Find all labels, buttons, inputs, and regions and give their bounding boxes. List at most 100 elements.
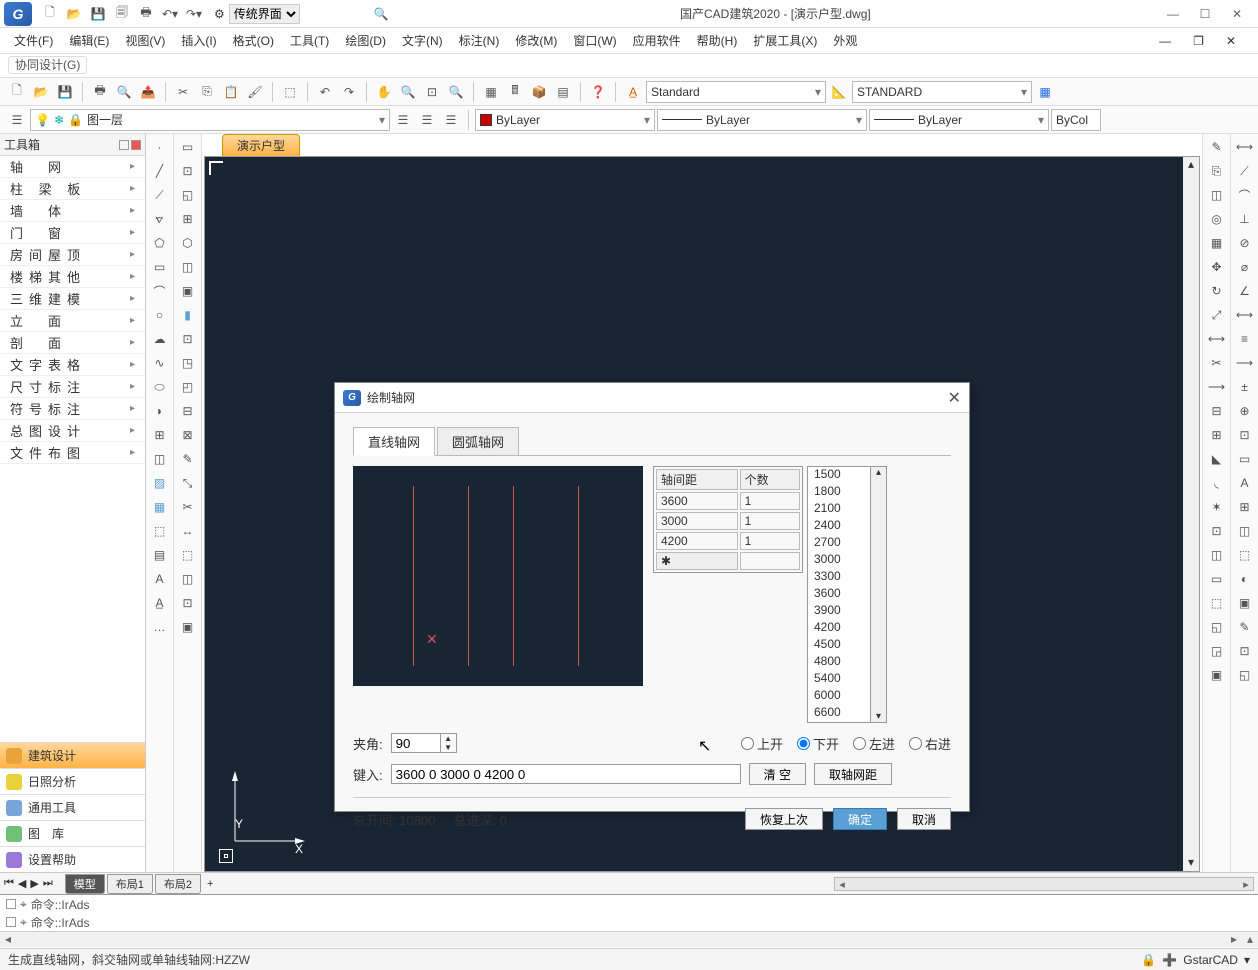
distance-table[interactable]: 轴间距个数 36001 30001 42001 ✱ <box>653 466 803 573</box>
command-line[interactable]: ⌖命令::IrAds <box>0 913 1258 931</box>
layer-combo[interactable]: 💡 ❄ 🔒 图一层▾ <box>30 109 390 131</box>
tool-icon[interactable]: ◫ <box>1234 520 1256 542</box>
toolbox-item[interactable]: 立 面▸ <box>0 310 145 332</box>
match-icon[interactable]: 🖌 <box>244 81 266 103</box>
spin-down-icon[interactable]: ▼ <box>441 743 456 752</box>
rectangle-icon[interactable]: ▭ <box>149 256 171 278</box>
tool-icon[interactable]: ▮ <box>177 304 199 326</box>
tool-icon[interactable]: ⊠ <box>177 424 199 446</box>
mdi-close[interactable]: ✕ <box>1218 31 1244 51</box>
tool-icon[interactable]: A <box>1234 472 1256 494</box>
dimstyle-combo[interactable]: STANDARD▾ <box>852 81 1032 103</box>
circle-icon[interactable]: ○ <box>149 304 171 326</box>
tools-icon[interactable]: ▤ <box>552 81 574 103</box>
toolbox-item[interactable]: 柱 梁 板▸ <box>0 178 145 200</box>
mirror-icon[interactable]: ◫ <box>1206 184 1228 206</box>
stretch-icon[interactable]: ⟷ <box>1206 328 1228 350</box>
vertical-scrollbar[interactable]: ▴▾ <box>1183 157 1199 871</box>
tab-add-icon[interactable]: + <box>203 878 217 890</box>
table-icon[interactable]: ▦ <box>1034 81 1056 103</box>
mtext-icon[interactable]: A <box>149 568 171 590</box>
menu-insert[interactable]: 插入(I) <box>173 29 224 52</box>
print-icon[interactable]: 🖶 <box>136 4 156 24</box>
array-icon[interactable]: ▦ <box>1206 232 1228 254</box>
lineweight-combo[interactable]: ByLayer▾ <box>869 109 1049 131</box>
tool-icon[interactable]: ⊡ <box>177 328 199 350</box>
toolbox-item[interactable]: 尺寸标注▸ <box>0 376 145 398</box>
layerstate-icon[interactable]: ☰ <box>392 109 414 131</box>
maximize-button[interactable]: ☐ <box>1194 3 1216 25</box>
scale-icon[interactable]: ⤢ <box>1206 304 1228 326</box>
toolbox-item[interactable]: 门 窗▸ <box>0 222 145 244</box>
menu-tools[interactable]: 工具(T) <box>282 29 337 52</box>
collab-menu[interactable]: 协同设计(G) <box>8 56 87 74</box>
menu-view[interactable]: 视图(V) <box>117 29 173 52</box>
menu-file[interactable]: 文件(F) <box>6 29 61 52</box>
layeriso-icon[interactable]: ☰ <box>416 109 438 131</box>
tool-icon[interactable]: ↔ <box>177 520 199 542</box>
copy-icon[interactable]: ⎘ <box>196 81 218 103</box>
menu-edit[interactable]: 编辑(E) <box>61 29 117 52</box>
dimstyle-icon[interactable]: 📐 <box>828 81 850 103</box>
dim-radius-icon[interactable]: ⊘ <box>1234 232 1256 254</box>
join-icon[interactable]: ⊞ <box>1206 424 1228 446</box>
workspace-selector[interactable]: ⚙ 传统界面 🔍 <box>214 4 389 24</box>
erase-icon[interactable]: ✎ <box>1206 136 1228 158</box>
color-combo[interactable]: ByLayer▾ <box>475 109 655 131</box>
tool-icon[interactable]: ⊡ <box>1234 640 1256 662</box>
textstyle-combo[interactable]: Standard▾ <box>646 81 826 103</box>
tool-icon[interactable]: ◐ <box>1234 568 1256 590</box>
tool-icon[interactable]: ⬚ <box>1234 544 1256 566</box>
panel-close-icon[interactable] <box>131 140 141 150</box>
save-icon[interactable]: 💾 <box>54 81 76 103</box>
category-settings[interactable]: 设置帮助 <box>0 846 145 872</box>
cut-icon[interactable]: ✂ <box>172 81 194 103</box>
tool-icon[interactable]: ▣ <box>1234 592 1256 614</box>
tool-icon[interactable]: ✂ <box>177 496 199 518</box>
toolbox-item[interactable]: 墙 体▸ <box>0 200 145 222</box>
command-scrollbar[interactable]: ◂▸▴ <box>0 931 1258 947</box>
tool-icon[interactable]: ⊡ <box>1234 424 1256 446</box>
new-icon[interactable]: 🗋 <box>6 81 28 103</box>
save-icon[interactable]: 💾 <box>88 4 108 24</box>
category-arch[interactable]: 建筑设计 <box>0 742 145 768</box>
toolbox-item[interactable]: 剖 面▸ <box>0 332 145 354</box>
layers-icon[interactable]: ☰ <box>6 109 28 131</box>
radio-bottom[interactable]: 下开 <box>797 734 839 753</box>
open-icon[interactable]: 📂 <box>64 4 84 24</box>
props-icon[interactable]: ▦ <box>480 81 502 103</box>
trim-icon[interactable]: ✂ <box>1206 352 1228 374</box>
tool-icon[interactable]: ▣ <box>177 280 199 302</box>
dc-icon[interactable]: 📦 <box>528 81 550 103</box>
zoom-prev-icon[interactable]: 🔍 <box>445 81 467 103</box>
mdi-restore[interactable]: ❐ <box>1185 31 1212 51</box>
polygon-icon[interactable]: ⬠ <box>149 232 171 254</box>
tool-icon[interactable]: ▭ <box>177 136 199 158</box>
extend-icon[interactable]: ⟶ <box>1206 376 1228 398</box>
menu-dim[interactable]: 标注(N) <box>451 29 508 52</box>
preview-icon[interactable]: 🔍 <box>113 81 135 103</box>
layerprev-icon[interactable]: ☰ <box>440 109 462 131</box>
menu-window[interactable]: 窗口(W) <box>565 29 624 52</box>
tool-icon[interactable]: ▭ <box>1206 568 1228 590</box>
revcloud-icon[interactable]: ☁ <box>149 328 171 350</box>
calc-icon[interactable]: 🖩 <box>504 81 526 103</box>
tool-icon[interactable]: ◰ <box>177 376 199 398</box>
dim-angular-icon[interactable]: ∠ <box>1234 280 1256 302</box>
status-menu-icon[interactable]: ▾ <box>1244 953 1250 967</box>
dim-diameter-icon[interactable]: ⌀ <box>1234 256 1256 278</box>
redo-icon[interactable]: ↷ <box>338 81 360 103</box>
zoom-win-icon[interactable]: ⊡ <box>421 81 443 103</box>
drawing-tab[interactable]: 演示户型 <box>222 134 300 156</box>
point-icon[interactable]: · <box>149 136 171 158</box>
pan-icon[interactable]: ✋ <box>373 81 395 103</box>
copy-icon[interactable]: ⎘ <box>1206 160 1228 182</box>
center-icon[interactable]: ⊕ <box>1234 400 1256 422</box>
tolerance-icon[interactable]: ± <box>1234 376 1256 398</box>
mdi-minimize[interactable]: — <box>1151 31 1179 51</box>
more-icon[interactable]: … <box>149 616 171 638</box>
offset-icon[interactable]: ◎ <box>1206 208 1228 230</box>
tool-icon[interactable]: ⤡ <box>177 472 199 494</box>
menu-appearance[interactable]: 外观 <box>825 29 865 52</box>
block-icon[interactable]: ◫ <box>149 448 171 470</box>
